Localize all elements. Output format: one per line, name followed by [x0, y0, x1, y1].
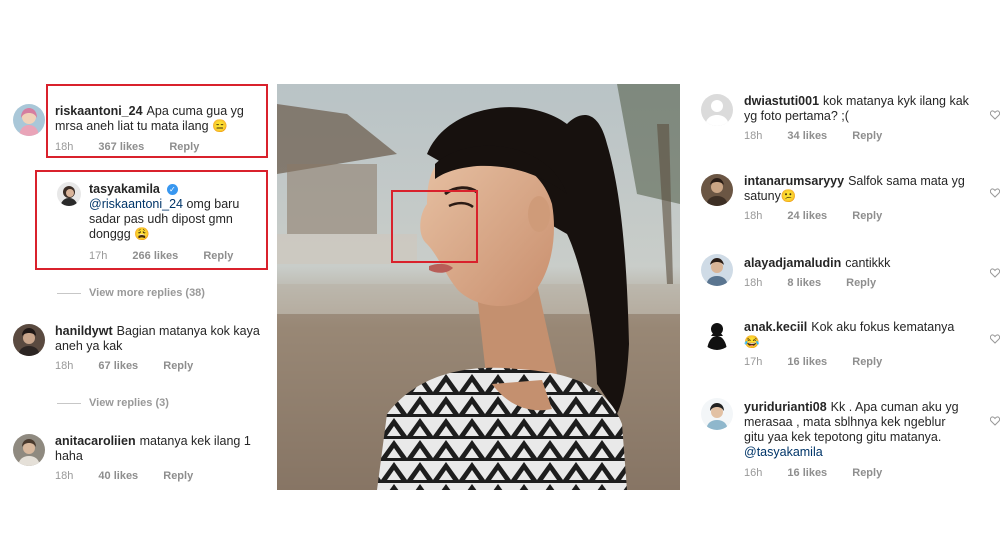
comment-username[interactable]: dwiastuti001 — [744, 94, 819, 108]
thread-line — [57, 403, 81, 404]
likes-count[interactable]: 24 likes — [787, 210, 827, 222]
highlight-box — [46, 84, 268, 158]
left-comments-panel: riskaantoni_24 Apa cuma gua yg mrsa aneh … — [0, 84, 276, 490]
likes-count[interactable]: 8 likes — [787, 277, 821, 289]
comment-yuridurianti08: yuridurianti08 Kk . Apa cuman aku yg mera… — [681, 394, 1000, 490]
avatar[interactable] — [13, 104, 45, 136]
mention-link[interactable]: @tasyakamila — [744, 445, 823, 459]
heart-icon[interactable] — [990, 416, 1000, 426]
comment-text: alayadjamaludin cantikkk — [744, 256, 969, 271]
comment-hanildywt: hanildywt Bagian matanya kok kaya aneh ya… — [0, 320, 276, 380]
comment-time: 18h — [55, 470, 74, 482]
comment-meta: 18h 24 likes Reply — [744, 210, 904, 222]
emoji: 😂 — [744, 335, 760, 349]
comment-anak-keciil: anak.keciil Kok aku fokus kematanya 😂 17h … — [681, 312, 1000, 380]
comment-meta: 18h 34 likes Reply — [744, 130, 904, 142]
comment-time: 17h — [744, 356, 763, 368]
reply-button[interactable]: Reply — [163, 470, 193, 482]
likes-count[interactable]: 34 likes — [787, 130, 827, 142]
view-more-replies-button[interactable]: View more replies (38) — [89, 287, 205, 299]
avatar[interactable] — [701, 174, 733, 206]
avatar[interactable] — [13, 324, 45, 356]
heart-icon[interactable] — [990, 188, 1000, 198]
reply-button[interactable]: Reply — [852, 210, 882, 222]
comment-meta: 17h 16 likes Reply — [744, 356, 904, 368]
reply-button[interactable]: Reply — [846, 277, 876, 289]
comment-alayadjamaludin: alayadjamaludin cantikkk 18h 8 likes Repl… — [681, 248, 1000, 308]
comment-username[interactable]: yuridurianti08 — [744, 400, 827, 414]
comment-username[interactable]: intanarumsaryyy — [744, 174, 844, 188]
reply-button[interactable]: Reply — [163, 360, 193, 372]
thread-line — [57, 293, 81, 294]
comment-text: hanildywt Bagian matanya kok kaya aneh ya… — [55, 324, 270, 354]
likes-count[interactable]: 40 likes — [98, 470, 138, 482]
comment-username[interactable]: alayadjamaludin — [744, 256, 841, 270]
likes-count[interactable]: 67 likes — [98, 360, 138, 372]
comment-meta: 18h 67 likes Reply — [55, 360, 215, 372]
comment-body: cantikkk — [845, 256, 891, 270]
highlight-box-eye — [391, 190, 478, 263]
avatar[interactable] — [701, 318, 733, 350]
emoji: 😕 — [780, 189, 797, 203]
comment-text: anak.keciil Kok aku fokus kematanya 😂 — [744, 320, 969, 350]
likes-count[interactable]: 16 likes — [787, 356, 827, 368]
comment-text: anitacaroliien matanya kek ilang 1 haha — [55, 434, 270, 464]
comment-time: 16h — [744, 467, 763, 479]
right-comments-panel: dwiastuti001 kok matanya kyk ilang kak yg… — [681, 84, 1000, 490]
avatar[interactable] — [13, 434, 45, 466]
comment-anitacaroliien: anitacaroliien matanya kek ilang 1 haha 1… — [0, 430, 276, 490]
comment-meta: 18h 8 likes Reply — [744, 277, 898, 289]
comment-time: 18h — [55, 360, 74, 372]
post-photo — [277, 84, 680, 490]
comment-username[interactable]: anitacaroliien — [55, 434, 136, 448]
comment-intanarumsaryyy: intanarumsaryyy Salfok sama mata yg satun… — [681, 166, 1000, 236]
comment-meta: 16h 16 likes Reply — [744, 467, 904, 479]
comment-time: 18h — [744, 130, 763, 142]
comment-time: 18h — [744, 210, 763, 222]
comment-username[interactable]: hanildywt — [55, 324, 113, 338]
heart-icon[interactable] — [990, 110, 1000, 120]
comment-username[interactable]: anak.keciil — [744, 320, 807, 334]
reply-button[interactable]: Reply — [852, 467, 882, 479]
likes-count[interactable]: 16 likes — [787, 467, 827, 479]
heart-icon[interactable] — [990, 334, 1000, 344]
view-replies-button[interactable]: View replies (3) — [89, 397, 169, 409]
comment-text: dwiastuti001 kok matanya kyk ilang kak yg… — [744, 94, 969, 124]
reply-button[interactable]: Reply — [852, 130, 882, 142]
highlight-box — [35, 170, 268, 270]
comment-time: 18h — [744, 277, 763, 289]
portrait-image — [277, 84, 680, 490]
comment-dwiastuti001: dwiastuti001 kok matanya kyk ilang kak yg… — [681, 84, 1000, 154]
avatar[interactable] — [701, 94, 733, 126]
comment-body: Kok aku fokus kematanya — [811, 320, 955, 334]
comment-text: yuridurianti08 Kk . Apa cuman aku yg mera… — [744, 400, 969, 460]
avatar[interactable] — [701, 254, 733, 286]
avatar[interactable] — [701, 398, 733, 430]
heart-icon[interactable] — [990, 268, 1000, 278]
comment-meta: 18h 40 likes Reply — [55, 470, 215, 482]
reply-button[interactable]: Reply — [852, 356, 882, 368]
comment-text: intanarumsaryyy Salfok sama mata yg satun… — [744, 174, 969, 204]
